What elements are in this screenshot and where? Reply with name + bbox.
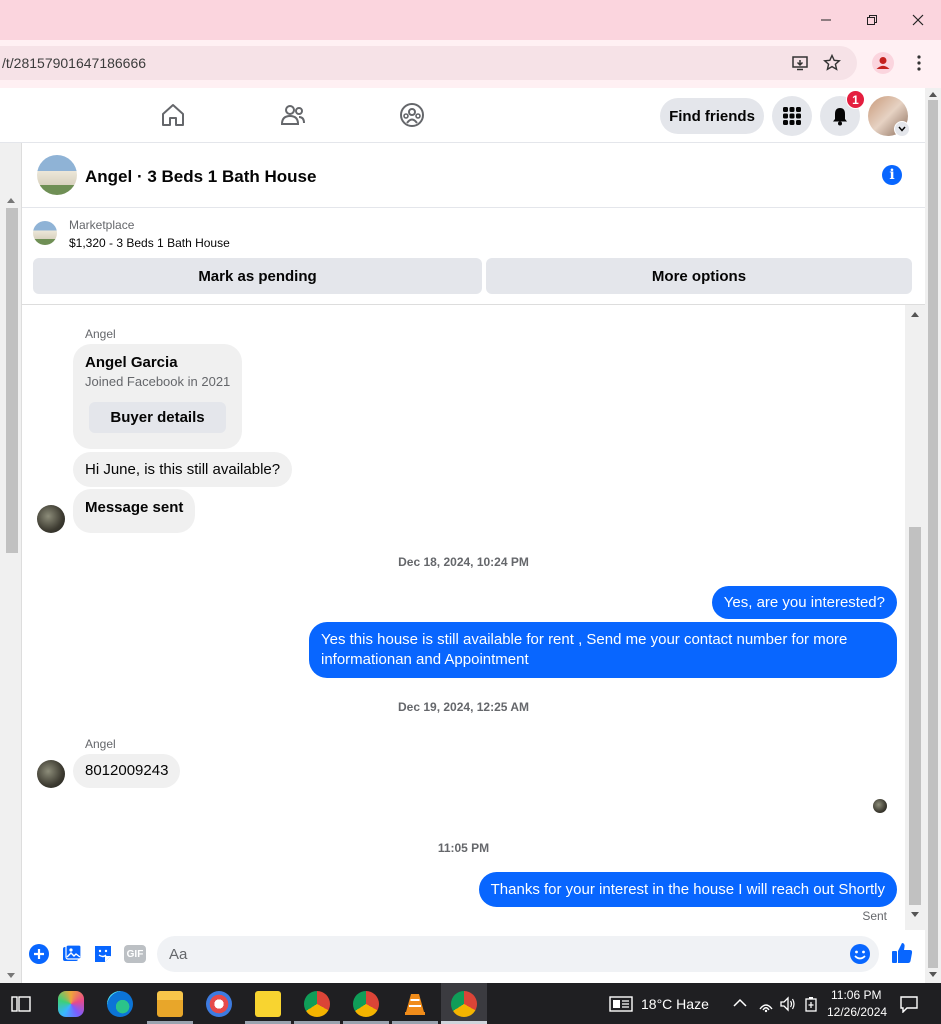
menu-button[interactable] [772, 96, 812, 136]
scrollbar-thumb[interactable] [6, 208, 18, 553]
grid-menu-icon [783, 107, 801, 125]
notification-count-badge: 1 [846, 90, 865, 109]
chevron-up-icon[interactable] [733, 997, 747, 1009]
find-friends-button[interactable]: Find friends [660, 98, 764, 134]
outgoing-message-bubble[interactable]: Yes this house is still available for re… [309, 622, 897, 678]
conversation-scrollbar[interactable] [905, 305, 925, 930]
scroll-down-arrow-icon[interactable] [7, 973, 15, 979]
wifi-icon[interactable] [757, 995, 775, 1013]
weather-text[interactable]: 18°C Haze [641, 996, 709, 1012]
windows-taskbar: 18°C Haze 11:06 PM 12/26/2024 [0, 983, 941, 1024]
buyer-details-button[interactable]: Buyer details [89, 402, 226, 433]
scroll-down-arrow-icon[interactable] [929, 972, 937, 978]
listing-thumbnail[interactable] [33, 221, 57, 245]
listing-avatar[interactable] [37, 155, 77, 195]
message-input[interactable]: Aa [157, 936, 879, 972]
facebook-top-nav: Find friends 1 [0, 88, 925, 143]
scrollbar-thumb[interactable] [928, 100, 938, 968]
sent-status: Sent [862, 909, 887, 923]
groups-icon[interactable] [399, 102, 425, 128]
plus-circle-icon[interactable] [28, 943, 50, 965]
vlc-icon[interactable] [402, 991, 428, 1017]
clock-date[interactable]: 12/26/2024 [827, 1005, 887, 1019]
browser-scrollbar[interactable] [925, 88, 941, 983]
profile-icon[interactable] [872, 52, 894, 74]
mark-as-pending-button[interactable]: Mark as pending [33, 258, 482, 294]
message-input-placeholder: Aa [169, 946, 188, 963]
conversation-area: Angel Angel Garcia Joined Facebook in 20… [22, 305, 905, 930]
address-bar-row: /t/28157901647186666 [0, 40, 941, 88]
outgoing-message-bubble[interactable]: Yes, are you interested? [711, 586, 897, 619]
close-button[interactable] [895, 0, 941, 40]
marketplace-listing-panel: Marketplace $1,320 - 3 Beds 1 Bath House… [22, 208, 925, 305]
scroll-up-arrow-icon[interactable] [911, 311, 919, 317]
news-widget-icon[interactable] [609, 995, 633, 1013]
scroll-up-arrow-icon[interactable] [929, 91, 937, 97]
volume-icon[interactable] [779, 995, 797, 1013]
more-options-button[interactable]: More options [486, 258, 912, 294]
sender-name: Angel [85, 327, 116, 341]
task-view-icon[interactable] [11, 995, 31, 1013]
listing-title[interactable]: $1,320 - 3 Beds 1 Bath House [69, 236, 230, 250]
bell-icon [833, 108, 847, 126]
edge-browser-icon[interactable] [107, 991, 133, 1017]
message-bubble[interactable]: Message sent [73, 489, 196, 533]
chat-title[interactable]: Angel · 3 Beds 1 Bath House [85, 167, 316, 187]
minimize-button[interactable] [803, 0, 849, 40]
chat-header: Angel · 3 Beds 1 Bath House i [22, 143, 925, 208]
friends-icon[interactable] [280, 102, 306, 128]
snipping-tool-icon[interactable] [206, 991, 232, 1017]
install-app-icon[interactable] [791, 54, 809, 72]
buyer-name: Angel Garcia [85, 354, 178, 371]
scroll-down-arrow-icon[interactable] [911, 912, 919, 918]
sticky-notes-icon[interactable] [255, 991, 281, 1017]
left-page-scrollbar[interactable] [0, 143, 22, 983]
info-icon[interactable]: i [882, 165, 902, 185]
sender-avatar[interactable] [37, 760, 65, 788]
sender-avatar[interactable] [37, 505, 65, 533]
browser-title-bar [0, 0, 941, 40]
battery-plug-icon[interactable] [804, 995, 818, 1013]
minimize-icon [821, 19, 831, 21]
chrome-profile-b-icon[interactable] [353, 991, 379, 1017]
sender-name: Angel [85, 737, 116, 751]
account-caret[interactable] [894, 121, 910, 137]
buyer-card: Angel Garcia Joined Facebook in 2021 Buy… [73, 344, 242, 449]
chevron-down-icon [898, 126, 906, 132]
timestamp: Dec 19, 2024, 12:25 AM [398, 700, 529, 714]
thumbs-up-icon[interactable] [890, 941, 914, 965]
scroll-up-arrow-icon[interactable] [7, 197, 15, 203]
emoji-icon[interactable] [849, 943, 871, 965]
home-icon[interactable] [160, 102, 186, 128]
sticker-icon[interactable] [92, 943, 114, 965]
url-text[interactable]: /t/28157901647186666 [2, 55, 146, 71]
file-explorer-icon[interactable] [157, 991, 183, 1017]
restore-button[interactable] [849, 0, 895, 40]
bookmark-star-icon[interactable] [823, 54, 841, 72]
message-composer: GIF Aa [22, 930, 925, 983]
chrome-profile-a-icon[interactable] [304, 991, 330, 1017]
scrollbar-thumb[interactable] [909, 527, 921, 905]
gif-button[interactable]: GIF [124, 945, 146, 963]
buyer-joined: Joined Facebook in 2021 [85, 374, 231, 389]
notification-center-icon[interactable] [899, 995, 919, 1013]
photo-icon[interactable] [61, 943, 83, 965]
close-icon [912, 14, 924, 26]
timestamp: 11:05 PM [437, 841, 490, 855]
marketplace-label: Marketplace [69, 218, 135, 232]
restore-icon [867, 15, 877, 25]
message-bubble[interactable]: Hi June, is this still available? [73, 452, 293, 487]
read-receipt-avatar [873, 799, 887, 813]
message-bubble[interactable]: 8012009243 [73, 754, 181, 788]
copilot-icon[interactable] [58, 991, 84, 1017]
menu-kebab-icon[interactable] [912, 54, 926, 72]
timestamp: Dec 18, 2024, 10:24 PM [398, 555, 529, 569]
address-bar[interactable]: /t/28157901647186666 [0, 46, 857, 80]
outgoing-message-bubble[interactable]: Thanks for your interest in the house I … [478, 872, 897, 907]
chrome-active-icon[interactable] [451, 991, 477, 1017]
clock-time[interactable]: 11:06 PM [831, 988, 881, 1002]
